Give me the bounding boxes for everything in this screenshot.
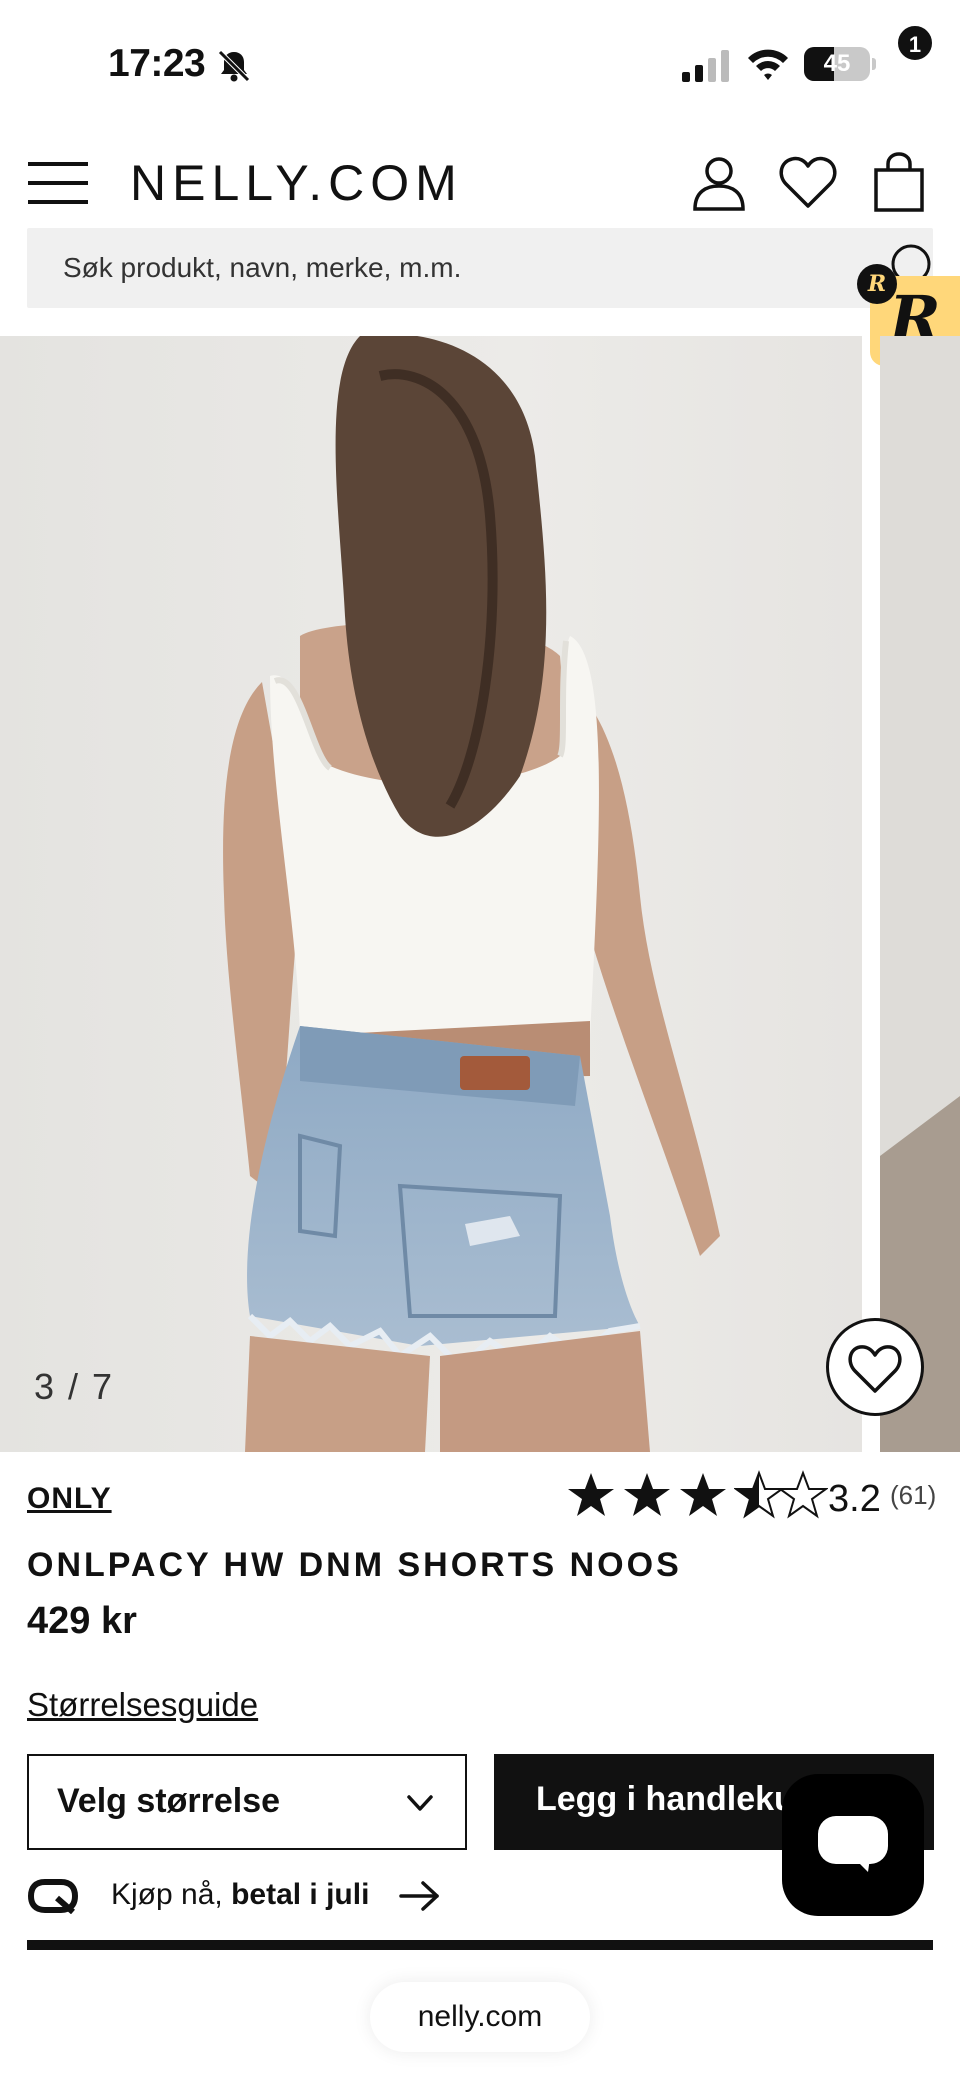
search-placeholder: Søk produkt, navn, merke, m.m. [63, 252, 462, 283]
section-divider [27, 1940, 933, 1950]
wishlist-icon[interactable] [778, 154, 838, 210]
star-icon [624, 1473, 670, 1516]
image-counter: 3 / 7 [34, 1366, 115, 1407]
add-to-wishlist-button[interactable] [826, 1318, 924, 1416]
product-title: ONLPACY HW DNM SHORTS NOOS [27, 1546, 682, 1584]
wifi-icon [748, 49, 788, 80]
brand-link[interactable]: ONLY [27, 1482, 112, 1516]
heart-icon [848, 1345, 902, 1393]
star-icon [568, 1473, 614, 1516]
klarna-pay-later[interactable]: Kjøp nå, betal i juli [27, 1874, 487, 1918]
status-time: 17:23 [108, 42, 206, 85]
next-photo-preview [880, 336, 960, 1452]
chat-icon [818, 1816, 888, 1864]
product-gallery[interactable]: 3 / 7 [0, 336, 960, 1452]
klarna-text-plain: Kjøp nå, [111, 1878, 232, 1911]
rating-count: (61) [890, 1480, 937, 1510]
browser-url: nelly.com [417, 2000, 543, 2033]
bell-slash-icon [218, 50, 250, 82]
size-guide-link[interactable]: Størrelsesguide [27, 1686, 258, 1724]
reward-mini-icon: R [857, 264, 897, 304]
chevron-down-icon [407, 1795, 433, 1811]
shopping-bag-icon[interactable] [870, 152, 932, 214]
account-icon[interactable] [690, 154, 748, 212]
browser-address-bar[interactable]: nelly.com [370, 1982, 590, 2052]
product-photo [0, 336, 862, 1452]
battery-icon: 45 [804, 47, 876, 81]
menu-icon[interactable] [28, 160, 88, 206]
signal-icon [682, 50, 729, 82]
rating-value: 3.2 [828, 1478, 881, 1520]
next-product-image[interactable] [880, 336, 960, 1452]
size-select-label: Velg størrelse [57, 1782, 281, 1820]
klarna-text: Kjøp nå, betal i juli [111, 1878, 369, 1912]
star-icon [680, 1473, 726, 1516]
status-bar: 17:23 45 [0, 0, 960, 120]
site-header: NELLY.COM [0, 140, 960, 230]
empty-star-icon [778, 1470, 828, 1519]
arrow-right-icon [399, 1881, 439, 1911]
battery-level: 45 [823, 50, 851, 77]
klarna-icon [27, 1879, 79, 1914]
size-select[interactable]: Velg størrelse [27, 1754, 467, 1850]
product-price: 429 kr [27, 1600, 137, 1642]
chat-button[interactable] [782, 1774, 924, 1916]
half-star-icon [734, 1470, 784, 1519]
site-logo[interactable]: NELLY.COM [130, 154, 463, 212]
search-input[interactable]: Søk produkt, navn, merke, m.m. [27, 228, 933, 308]
cart-count-badge: 1 [896, 24, 934, 62]
klarna-text-bold: betal i juli [231, 1878, 370, 1911]
product-image[interactable]: 3 / 7 [0, 336, 862, 1452]
